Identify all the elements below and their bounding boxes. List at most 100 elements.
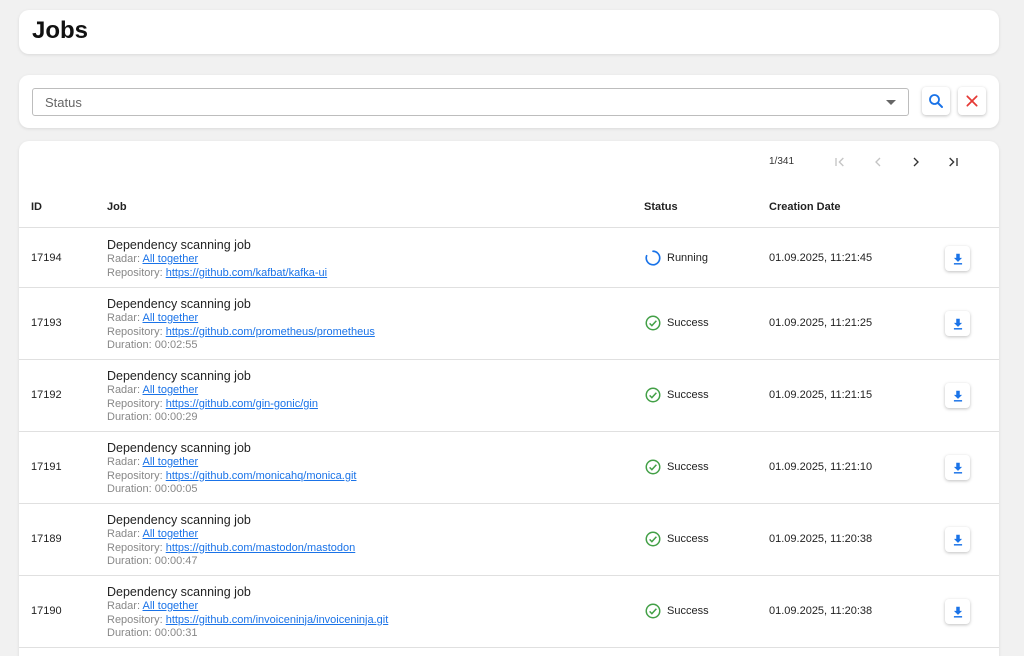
- creation-date: 01.09.2025, 11:20:38: [769, 533, 873, 545]
- download-button[interactable]: [945, 246, 970, 271]
- check-circle-icon: [644, 386, 662, 404]
- status-select[interactable]: Status: [32, 88, 909, 116]
- job-id: 17191: [31, 461, 62, 473]
- job-title: Dependency scanning job: [107, 369, 251, 383]
- search-button[interactable]: [922, 87, 950, 115]
- search-icon: [929, 94, 943, 108]
- duration-label: Duration:: [107, 339, 152, 351]
- status-text: Running: [667, 252, 708, 264]
- previous-page-button[interactable]: [867, 151, 889, 173]
- duration-label: Duration:: [107, 555, 152, 567]
- job-radar: Radar: All together: [107, 253, 327, 267]
- download-button[interactable]: [945, 599, 970, 624]
- table-row: 17193 Dependency scanning job Radar: All…: [19, 288, 999, 360]
- creation-date: 01.09.2025, 11:21:25: [769, 317, 873, 329]
- pagination: 1/341: [769, 151, 999, 173]
- radar-link[interactable]: All together: [142, 456, 198, 468]
- chevron-left-icon: [875, 157, 881, 167]
- job-repository: Repository: https://github.com/gin-gonic…: [107, 398, 318, 412]
- job-cell: Dependency scanning job Radar: All toget…: [107, 368, 318, 425]
- status-cell: Running: [644, 249, 708, 267]
- job-repository: Repository: https://github.com/kafbat/ka…: [107, 267, 327, 281]
- job-radar: Radar: All together: [107, 528, 355, 542]
- page-title: Jobs: [32, 17, 89, 44]
- table-row: 17192 Dependency scanning job Radar: All…: [19, 360, 999, 432]
- job-title: Dependency scanning job: [107, 238, 251, 252]
- radar-link[interactable]: All together: [142, 528, 198, 540]
- filter-bar: Status: [19, 75, 999, 128]
- status-cell: Success: [644, 602, 709, 620]
- creation-date: 01.09.2025, 11:20:38: [769, 605, 873, 617]
- radar-label: Radar:: [107, 456, 141, 468]
- status-select-placeholder: Status: [45, 95, 82, 110]
- duration-value: 00:00:05: [154, 483, 198, 495]
- radar-label: Radar:: [107, 312, 141, 324]
- status-text: Success: [667, 317, 709, 329]
- job-repository: Repository: https://github.com/prometheu…: [107, 326, 375, 340]
- repository-link[interactable]: https://github.com/gin-gonic/gin: [166, 398, 318, 410]
- radar-link[interactable]: All together: [142, 312, 198, 324]
- creation-date: 01.09.2025, 11:21:10: [769, 461, 873, 473]
- job-title: Dependency scanning job: [107, 441, 251, 455]
- check-circle-icon: [644, 458, 662, 476]
- job-radar: Radar: All together: [107, 600, 388, 614]
- download-button[interactable]: [945, 527, 970, 552]
- first-page-button[interactable]: [829, 151, 851, 173]
- download-button[interactable]: [945, 455, 970, 480]
- clear-filter-button[interactable]: [958, 87, 986, 115]
- radar-label: Radar:: [107, 253, 141, 265]
- column-header-job: Job: [107, 201, 127, 213]
- job-title: Dependency scanning job: [107, 513, 251, 527]
- next-page-button[interactable]: [905, 151, 927, 173]
- status-text: Success: [667, 533, 709, 545]
- duration-value: 00:02:55: [154, 339, 198, 351]
- check-circle-icon: [644, 602, 662, 620]
- repository-label: Repository:: [107, 397, 163, 410]
- job-radar: Radar: All together: [107, 384, 318, 398]
- jobs-table: 1/341 ID Job Status Creation Date 17194 …: [19, 141, 999, 656]
- radar-label: Radar:: [107, 528, 141, 540]
- status-text: Success: [667, 461, 709, 473]
- status-cell: Success: [644, 314, 709, 332]
- job-cell: Dependency scanning job Radar: All toget…: [107, 440, 356, 497]
- repository-link[interactable]: https://github.com/mastodon/mastodon: [166, 542, 356, 554]
- repository-link[interactable]: https://github.com/monicahq/monica.git: [166, 470, 357, 482]
- column-header-creation-date: Creation Date: [769, 201, 841, 213]
- table-row: 17190 Dependency scanning job Radar: All…: [19, 576, 999, 648]
- repository-link[interactable]: https://github.com/kafbat/kafka-ui: [166, 267, 327, 279]
- duration-value: 00:00:47: [154, 555, 198, 567]
- last-page-button[interactable]: [942, 151, 964, 173]
- job-title: Dependency scanning job: [107, 297, 251, 311]
- download-button[interactable]: [945, 383, 970, 408]
- job-cell: Dependency scanning job Radar: All toget…: [107, 237, 327, 280]
- radar-link[interactable]: All together: [142, 384, 198, 396]
- chevron-right-icon: [913, 157, 919, 167]
- job-id: 17190: [31, 605, 62, 617]
- status-text: Success: [667, 605, 709, 617]
- page-header: Jobs: [19, 10, 999, 54]
- download-icon: [953, 534, 962, 546]
- duration-value: 00:00:31: [154, 627, 198, 639]
- radar-link[interactable]: All together: [142, 253, 198, 265]
- download-button[interactable]: [945, 311, 970, 336]
- repository-link[interactable]: https://github.com/invoiceninja/invoicen…: [166, 614, 389, 626]
- download-icon: [953, 390, 962, 402]
- repository-label: Repository:: [107, 613, 163, 626]
- status-text: Success: [667, 389, 709, 401]
- job-cell: Dependency scanning job Radar: All toget…: [107, 584, 388, 641]
- page-indicator: 1/341: [769, 156, 795, 167]
- table-row: 17189 Dependency scanning job Radar: All…: [19, 504, 999, 576]
- radar-link[interactable]: All together: [142, 600, 198, 612]
- download-icon: [953, 606, 962, 618]
- creation-date: 01.09.2025, 11:21:15: [769, 389, 873, 401]
- radar-label: Radar:: [107, 384, 141, 396]
- job-duration: Duration: 00:02:55: [107, 339, 375, 353]
- job-duration: Duration: 00:00:05: [107, 483, 356, 497]
- status-cell: Success: [644, 530, 709, 548]
- last-page-icon: [949, 157, 958, 167]
- download-icon: [953, 462, 962, 474]
- column-header-status: Status: [644, 201, 678, 213]
- repository-link[interactable]: https://github.com/prometheus/prometheus: [166, 326, 375, 338]
- radar-label: Radar:: [107, 600, 141, 612]
- job-id: 17189: [31, 533, 62, 545]
